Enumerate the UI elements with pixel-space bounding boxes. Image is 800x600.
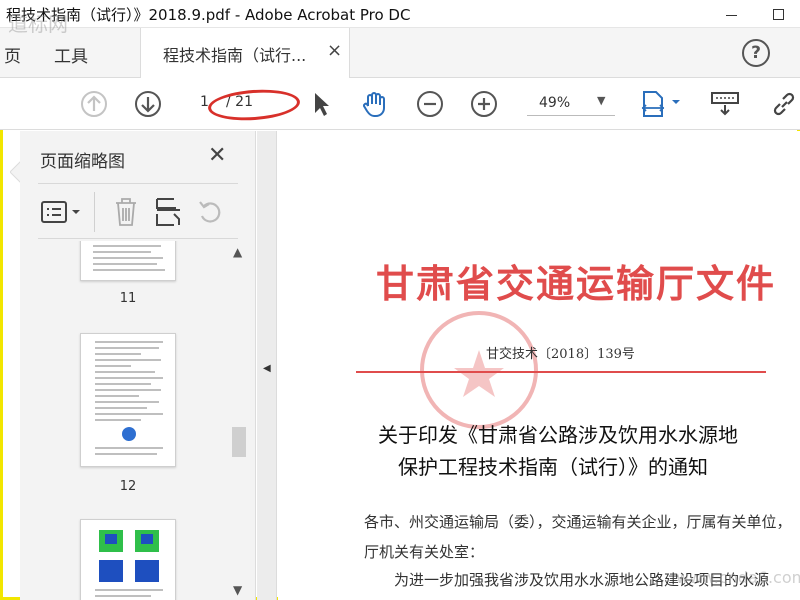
red-divider [356,371,766,373]
minimize-icon [725,14,737,16]
maximize-icon [772,8,784,20]
official-seal [420,311,538,429]
thumbnail-page-12[interactable] [80,333,176,467]
thumbnails-panel: 页面缩略图 ✕ 11 12 ▲ ▼ [20,131,256,600]
body-line-2: 厅机关有关处室： [364,543,485,561]
scrollbar-thumb[interactable] [232,427,246,457]
thumbnail-page-13[interactable] [80,519,176,600]
zoom-out-icon[interactable] [416,90,444,118]
thumbnail-options-icon[interactable] [40,198,84,226]
panel-title: 页面缩略图 [40,152,125,172]
panel-collapse-gutter[interactable]: ◀ [257,131,277,600]
close-icon[interactable]: ✕ [208,143,226,168]
seal-star-icon [454,350,504,397]
watermark-bottom-right: www.cnda6.com [676,568,800,587]
thumbnail-scrollbar[interactable]: ▲ ▼ [230,241,246,600]
thumbnail-list: 11 12 [38,241,228,600]
panel-toolbar [38,183,238,239]
scroll-down-icon[interactable]: ▼ [233,583,242,597]
notice-heading-line1: 关于印发《甘肃省公路涉及饮用水水源地 [378,423,738,447]
page-preview [93,245,165,271]
zoom-value: 49% [539,95,571,111]
minimize-button[interactable] [708,0,754,28]
menu-tools[interactable]: 工具 [54,42,88,67]
toolbar: 1 / 21 49% ▼ [0,78,800,130]
menu-row: 页 工具 ? [0,28,800,78]
maximize-button[interactable] [755,0,800,28]
document-title: 甘肃省交通运输厅文件 [376,261,777,306]
scroll-mode-icon[interactable] [710,90,740,118]
menu-home[interactable]: 页 [4,42,21,67]
hand-tool-icon[interactable] [360,90,388,118]
collapse-arrow-icon[interactable]: ◀ [263,363,271,374]
scroll-up-icon[interactable]: ▲ [233,245,242,259]
watermark-top-left: 道标网 [8,12,68,36]
title-bar: 程技术指南（试行）》2018.9.pdf - Adobe Acrobat Pro… [0,0,800,28]
notice-heading-line2: 保护工程技术指南（试行）》的通知 [398,455,708,479]
arrow-up-icon[interactable] [80,90,108,118]
body-line-1: 各市、州交通运输局（委），交通运输有关企业，厅属有关单位， [364,513,792,531]
chevron-down-icon: ▼ [597,94,606,107]
toolbar-divider [94,192,95,232]
tab-close-icon[interactable]: × [327,40,342,61]
link-icon[interactable] [770,90,798,118]
help-icon[interactable]: ? [742,39,770,67]
document-view[interactable]: 甘肃省交通运输厅文件 甘交技术〔2018〕139号 关于印发《甘肃省公路涉及饮用… [278,131,800,600]
select-pointer-icon[interactable] [306,90,334,118]
zoom-select[interactable]: 49% ▼ [527,92,615,116]
insert-page-icon[interactable] [154,196,182,228]
page-preview [95,341,163,455]
thumbnail-number: 12 [119,479,137,494]
document-number: 甘交技术〔2018〕139号 [486,347,635,362]
fit-page-icon[interactable] [640,90,684,118]
document-tab[interactable]: 程技术指南（试行... × [140,28,350,78]
arrow-down-icon[interactable] [134,90,162,118]
rotate-icon[interactable] [196,198,224,226]
thumbnail-number: 11 [119,291,137,306]
document-tab-label: 程技术指南（试行... [163,46,307,65]
thumbnail-page-11[interactable] [80,241,176,281]
zoom-in-icon[interactable] [470,90,498,118]
delete-icon[interactable] [112,196,140,228]
page-preview [95,530,163,597]
